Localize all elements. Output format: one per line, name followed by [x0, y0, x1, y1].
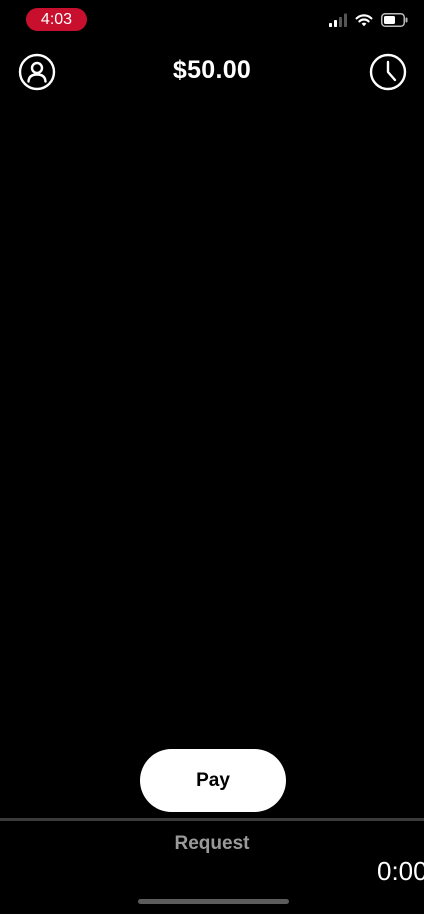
request-tab[interactable]: Request — [0, 833, 424, 855]
status-bar: 4:03 — [0, 0, 424, 40]
home-indicator[interactable] — [138, 899, 289, 904]
history-button[interactable] — [369, 53, 407, 91]
status-icons — [329, 13, 408, 27]
tab-divider — [0, 818, 424, 821]
pay-button[interactable]: Pay — [140, 749, 286, 812]
timer-text: 0:00 — [377, 856, 424, 886]
cellular-signal-icon — [329, 13, 347, 27]
wifi-icon — [355, 14, 373, 27]
history-clock-icon — [369, 53, 407, 91]
battery-icon — [381, 13, 408, 27]
status-time: 4:03 — [26, 8, 87, 31]
balance-amount: $50.00 — [172, 56, 252, 84]
header: $50.00 — [0, 50, 424, 94]
